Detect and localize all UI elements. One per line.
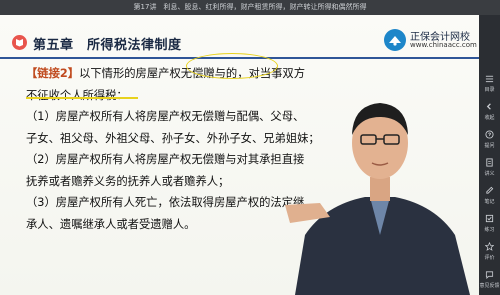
sidebar-item-collapse[interactable]: 收起 <box>479 99 500 125</box>
player-sidebar: 目录 收起 提问 讲义 笔记 练习 评价 意见反馈 <box>479 15 500 295</box>
sidebar-item-question[interactable]: 提问 <box>479 127 500 153</box>
sidebar-item-note[interactable]: 笔记 <box>479 183 500 209</box>
sidebar-item-label: 评价 <box>484 255 495 261</box>
brand-logo-icon <box>384 29 406 51</box>
sidebar-item-label: 提问 <box>484 143 495 149</box>
exercise-icon <box>485 214 494 223</box>
video-player: 第17讲 利息、股息、红利所得，财产租赁所得，财产转让所得和偶然所得 第五章 所… <box>0 0 500 295</box>
brand-url: www.chinaacc.com <box>410 41 477 49</box>
sidebar-item-label: 目录 <box>484 87 495 93</box>
sidebar-item-label: 笔记 <box>484 199 495 205</box>
brand: 正保会计网校 www.chinaacc.com <box>384 25 477 55</box>
sidebar-item-handout[interactable]: 讲义 <box>479 155 500 181</box>
lecture-slide: 第五章 所得税法律制度 正保会计网校 www.chinaacc.com 【链接2… <box>0 15 479 295</box>
sidebar-item-feedback[interactable]: 意见反馈 <box>479 267 500 293</box>
sidebar-item-label: 意见反馈 <box>479 283 500 289</box>
feedback-icon <box>485 271 494 279</box>
star-icon <box>485 242 494 251</box>
note-icon <box>486 186 494 194</box>
highlight-ellipse <box>186 53 278 79</box>
sidebar-item-label: 收起 <box>484 115 495 121</box>
sidebar-item-label: 讲义 <box>484 171 495 177</box>
link-tag: 【链接2】 <box>26 67 80 80</box>
sidebar-item-label: 练习 <box>484 227 495 233</box>
presenter-figure <box>285 103 470 295</box>
sidebar-item-exercise[interactable]: 练习 <box>479 211 500 237</box>
video-title-bar: 第17讲 利息、股息、红利所得，财产租赁所得，财产转让所得和偶然所得 <box>0 0 500 15</box>
chapter-title: 第五章 所得税法律制度 <box>33 38 182 53</box>
sidebar-item-rating[interactable]: 评价 <box>479 239 500 265</box>
sidebar-item-catalog[interactable]: 目录 <box>479 71 500 97</box>
question-icon <box>485 130 494 139</box>
collapse-icon <box>486 103 491 110</box>
chapter-icon <box>12 35 27 50</box>
handout-icon <box>486 158 493 167</box>
list-icon <box>485 75 494 83</box>
highlight-underline <box>26 97 138 99</box>
